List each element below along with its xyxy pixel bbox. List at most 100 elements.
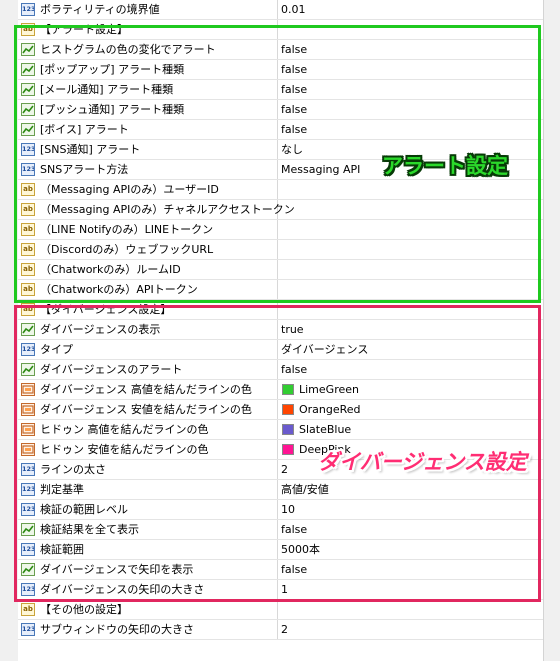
parameter-value-cell[interactable] xyxy=(279,180,543,199)
parameter-value-cell[interactable] xyxy=(279,300,543,319)
color-icon xyxy=(21,403,35,416)
boolean-icon xyxy=(21,63,35,76)
parameter-name: 検証範囲 xyxy=(40,543,84,556)
parameter-value-cell[interactable] xyxy=(279,260,543,279)
parameter-row[interactable]: ab （Chatworkのみ）APIトークン xyxy=(18,280,543,300)
parameter-value-cell[interactable]: LimeGreen xyxy=(279,380,543,399)
parameter-value-cell[interactable] xyxy=(279,600,543,619)
parameter-name-cell: ab 【その他の設定】 xyxy=(18,600,278,619)
parameter-row[interactable]: ab （LINE Notifyのみ）LINEトークン xyxy=(18,220,543,240)
parameter-name: ヒドゥン 高値を結んだラインの色 xyxy=(40,423,209,436)
text-icon: ab xyxy=(21,263,35,276)
parameter-value: Messaging API xyxy=(281,163,361,176)
parameter-row[interactable]: ab 【その他の設定】 xyxy=(18,600,543,620)
parameter-value-cell[interactable]: true xyxy=(279,320,543,339)
parameter-value-cell[interactable]: OrangeRed xyxy=(279,400,543,419)
parameter-value-cell[interactable]: ダイバージェンス xyxy=(279,340,543,359)
boolean-icon xyxy=(21,323,35,336)
boolean-icon xyxy=(21,103,35,116)
parameter-name-cell: ヒストグラムの色の変化でアラート xyxy=(18,40,278,59)
parameter-row[interactable]: 123 ダイバージェンスの矢印の大きさ 1 xyxy=(18,580,543,600)
parameter-name-cell: 123 検証範囲 xyxy=(18,540,278,559)
parameter-row[interactable]: 123 ボラティリティの境界値 0.01 xyxy=(18,0,543,20)
parameter-value-cell[interactable]: false xyxy=(279,560,543,579)
parameter-row[interactable]: [メール通知] アラート種類 false xyxy=(18,80,543,100)
parameter-row[interactable]: ab （Discordのみ）ウェブフックURL xyxy=(18,240,543,260)
parameter-value-cell[interactable]: 高値/安値 xyxy=(279,480,543,499)
parameter-row[interactable]: 123 判定基準 高値/安値 xyxy=(18,480,543,500)
parameter-row[interactable]: 検証結果を全て表示 false xyxy=(18,520,543,540)
parameter-row[interactable]: [ボイス] アラート false xyxy=(18,120,543,140)
parameter-row[interactable]: 123 検証範囲 5000本 xyxy=(18,540,543,560)
parameter-value-cell[interactable]: false xyxy=(279,100,543,119)
parameter-value-cell[interactable] xyxy=(279,200,543,219)
parameter-value-cell[interactable] xyxy=(279,280,543,299)
parameter-row[interactable]: ab （Chatworkのみ）ルームID xyxy=(18,260,543,280)
parameter-name-cell: ab 【アラート設定】 xyxy=(18,20,278,39)
parameter-row[interactable]: ab 【ダイバージェンス設定】 xyxy=(18,300,543,320)
number-icon: 123 xyxy=(21,163,35,176)
parameter-value: false xyxy=(281,83,308,96)
parameter-name-cell: 123 ラインの太さ xyxy=(18,460,278,479)
parameter-row[interactable]: [プッシュ通知] アラート種類 false xyxy=(18,100,543,120)
parameter-row[interactable]: ab （Messaging APIのみ）ユーザーID xyxy=(18,180,543,200)
parameter-name-cell: ab 【ダイバージェンス設定】 xyxy=(18,300,278,319)
parameter-value-cell[interactable] xyxy=(279,20,543,39)
parameter-name: 検証の範囲レベル xyxy=(40,503,128,516)
boolean-icon xyxy=(21,563,35,576)
parameter-value: false xyxy=(281,63,308,76)
parameter-row[interactable]: ヒストグラムの色の変化でアラート false xyxy=(18,40,543,60)
boolean-icon xyxy=(21,123,35,136)
parameter-row[interactable]: ダイバージェンスのアラート false xyxy=(18,360,543,380)
parameter-value-cell[interactable]: 2 xyxy=(279,620,543,639)
parameter-row[interactable]: 123 タイプ ダイバージェンス xyxy=(18,340,543,360)
parameter-value-cell[interactable]: false xyxy=(279,60,543,79)
parameter-row[interactable]: [ポップアップ] アラート種類 false xyxy=(18,60,543,80)
parameter-row[interactable]: ダイバージェンスの表示 true xyxy=(18,320,543,340)
parameter-value-cell[interactable] xyxy=(279,240,543,259)
parameter-name: （Discordのみ）ウェブフックURL xyxy=(40,243,214,256)
parameter-name: サブウィンドウの矢印の大きさ xyxy=(40,623,194,636)
text-icon: ab xyxy=(21,203,35,216)
parameter-value-cell[interactable]: 5000本 xyxy=(279,540,543,559)
parameter-name-cell: 検証結果を全て表示 xyxy=(18,520,278,539)
parameter-name-cell: ダイバージェンスの表示 xyxy=(18,320,278,339)
parameter-value-cell[interactable]: 10 xyxy=(279,500,543,519)
parameter-value-cell[interactable]: false xyxy=(279,120,543,139)
parameter-row[interactable]: 123 検証の範囲レベル 10 xyxy=(18,500,543,520)
parameter-value-cell[interactable]: false xyxy=(279,40,543,59)
parameter-row[interactable]: ダイバージェンスで矢印を表示 false xyxy=(18,560,543,580)
parameter-value-cell[interactable]: false xyxy=(279,520,543,539)
parameter-value-cell[interactable]: false xyxy=(279,360,543,379)
parameter-value: ダイバージェンス xyxy=(281,343,369,356)
parameter-row[interactable]: ab 【アラート設定】 xyxy=(18,20,543,40)
parameter-row[interactable]: 123 サブウィンドウの矢印の大きさ 2 xyxy=(18,620,543,640)
parameter-value-cell[interactable]: 0.01 xyxy=(279,0,543,19)
boolean-icon xyxy=(21,523,35,536)
parameter-name: 判定基準 xyxy=(40,483,84,496)
number-icon: 123 xyxy=(21,543,35,556)
parameter-row[interactable]: ab （Messaging APIのみ）チャネルアクセストークン xyxy=(18,200,543,220)
parameter-value-cell[interactable]: 1 xyxy=(279,580,543,599)
parameter-value-cell[interactable]: SlateBlue xyxy=(279,420,543,439)
parameter-name: 【その他の設定】 xyxy=(40,603,128,616)
number-icon: 123 xyxy=(21,583,35,596)
number-icon: 123 xyxy=(21,463,35,476)
parameter-name: ダイバージェンスの矢印の大きさ xyxy=(40,583,205,596)
parameter-value: 2 xyxy=(281,623,288,636)
parameter-row[interactable]: ダイバージェンス 高値を結んだラインの色 LimeGreen xyxy=(18,380,543,400)
parameter-name-cell: 123 タイプ xyxy=(18,340,278,359)
number-icon: 123 xyxy=(21,343,35,356)
parameter-row[interactable]: ヒドゥン 高値を結んだラインの色 SlateBlue xyxy=(18,420,543,440)
parameter-name: （Chatworkのみ）ルームID xyxy=(40,263,181,276)
parameter-name: ダイバージェンス 高値を結んだラインの色 xyxy=(40,383,252,396)
text-icon: ab xyxy=(21,243,35,256)
number-icon: 123 xyxy=(21,3,35,16)
parameter-value-cell[interactable]: false xyxy=(279,80,543,99)
parameter-row[interactable]: ダイバージェンス 安値を結んだラインの色 OrangeRed xyxy=(18,400,543,420)
parameter-value: 1 xyxy=(281,583,288,596)
parameter-name: ダイバージェンス 安値を結んだラインの色 xyxy=(40,403,252,416)
divergence-section-callout: ダイバージェンス設定 xyxy=(318,450,527,474)
parameter-value-cell[interactable] xyxy=(279,220,543,239)
parameter-value: 0.01 xyxy=(281,3,306,16)
